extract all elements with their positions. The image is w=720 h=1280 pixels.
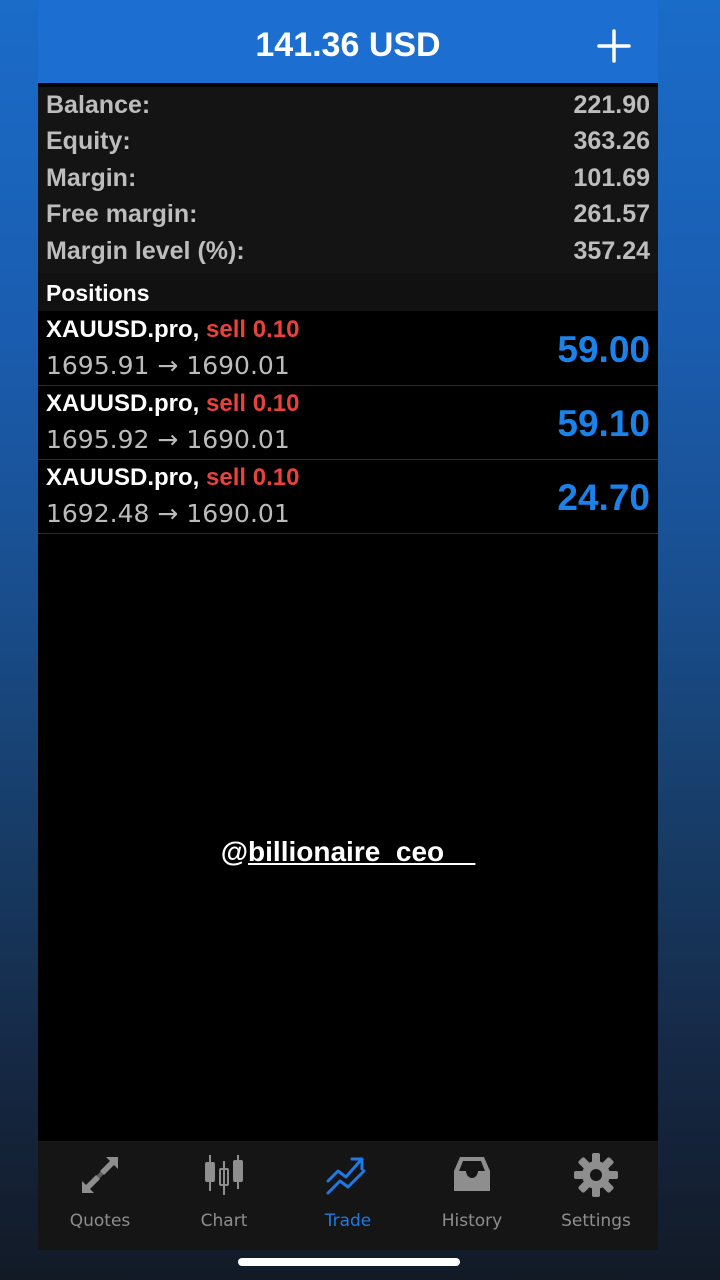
position-current-price: 1690.01: [186, 499, 290, 528]
balance-row: Balance: 221.90: [46, 87, 650, 123]
margin-level-value: 357.24: [573, 237, 650, 265]
gear-icon: [574, 1153, 618, 1197]
free-margin-label: Free margin:: [46, 200, 198, 228]
balance-label: Balance:: [46, 91, 151, 119]
position-open-price: 1695.91: [46, 351, 150, 380]
position-side: sell 0.10: [206, 390, 300, 417]
tab-trade[interactable]: Trade: [286, 1151, 410, 1231]
position-prices: 1695.91 → 1690.01: [46, 351, 290, 380]
tab-quotes[interactable]: Quotes: [38, 1151, 162, 1231]
equity-label: Equity:: [46, 127, 131, 155]
equity-value: 363.26: [573, 127, 650, 155]
position-side: sell 0.10: [206, 316, 300, 343]
tab-settings-label: Settings: [561, 1211, 631, 1231]
position-open-price: 1695.92: [46, 425, 150, 454]
equity-row: Equity: 363.26: [46, 123, 650, 159]
tab-settings[interactable]: Settings: [534, 1151, 658, 1231]
balance-value: 221.90: [573, 91, 650, 119]
account-profit-title: 141.36 USD: [255, 26, 441, 64]
tab-chart[interactable]: Chart: [162, 1151, 286, 1231]
account-summary: Balance: 221.90 Equity: 363.26 Margin: 1…: [38, 87, 658, 273]
watermark-text: @billionaire_ceo__: [38, 836, 658, 868]
tab-trade-label: Trade: [324, 1211, 372, 1231]
free-margin-row: Free margin: 261.57: [46, 196, 650, 232]
plus-icon: [597, 29, 631, 63]
position-symbol: XAUUSD.pro,: [46, 316, 200, 343]
add-order-button[interactable]: [594, 26, 634, 66]
watermark-at: @: [220, 836, 249, 867]
trade-trend-icon: [326, 1157, 366, 1195]
tab-history-label: History: [441, 1211, 503, 1231]
margin-level-row: Margin level (%): 357.24: [46, 233, 650, 269]
inbox-tray-icon: [454, 1157, 490, 1191]
trade-content: Balance: 221.90 Equity: 363.26 Margin: 1…: [38, 83, 658, 1141]
navigation-bar: 141.36 USD: [38, 0, 658, 83]
tab-history[interactable]: History: [410, 1151, 534, 1231]
tab-quotes-label: Quotes: [69, 1211, 131, 1231]
phone-screen: 141.36 USD Balance: 221.90 Equity: 363.2…: [38, 0, 658, 1250]
margin-value: 101.69: [573, 164, 650, 192]
quotes-arrows-icon: [82, 1157, 118, 1193]
position-current-price: 1690.01: [186, 425, 290, 454]
position-symbol-line: XAUUSD.pro, sell 0.10: [46, 316, 299, 344]
position-symbol-line: XAUUSD.pro, sell 0.10: [46, 464, 299, 492]
right-arrow-icon: →: [157, 351, 179, 380]
positions-section-header: Positions: [38, 273, 658, 311]
position-profit: 59.10: [557, 403, 650, 444]
position-profit: 24.70: [557, 477, 650, 518]
tab-chart-label: Chart: [200, 1211, 248, 1231]
position-symbol: XAUUSD.pro,: [46, 390, 200, 417]
right-arrow-icon: →: [157, 499, 179, 528]
position-current-price: 1690.01: [186, 351, 290, 380]
position-row[interactable]: XAUUSD.pro, sell 0.10 1695.91 → 1690.01 59…: [38, 311, 658, 386]
tab-bar: Quotes Chart Trade History Settings: [38, 1141, 658, 1250]
positions-title: Positions: [46, 280, 150, 306]
candlestick-chart-icon: [205, 1155, 243, 1195]
position-prices: 1695.92 → 1690.01: [46, 425, 290, 454]
position-side: sell 0.10: [206, 464, 300, 491]
position-row[interactable]: XAUUSD.pro, sell 0.10 1692.48 → 1690.01 24…: [38, 459, 658, 534]
position-symbol: XAUUSD.pro,: [46, 464, 200, 491]
position-prices: 1692.48 → 1690.01: [46, 499, 290, 528]
position-row[interactable]: XAUUSD.pro, sell 0.10 1695.92 → 1690.01 59…: [38, 385, 658, 460]
position-profit: 59.00: [557, 329, 650, 370]
position-symbol-line: XAUUSD.pro, sell 0.10: [46, 390, 299, 418]
watermark-handle: billionaire_ceo__: [248, 836, 476, 867]
margin-row: Margin: 101.69: [46, 160, 650, 196]
position-open-price: 1692.48: [46, 499, 150, 528]
right-arrow-icon: →: [157, 425, 179, 454]
margin-level-label: Margin level (%):: [46, 237, 245, 265]
home-indicator[interactable]: [238, 1258, 460, 1266]
margin-label: Margin:: [46, 164, 137, 192]
free-margin-value: 261.57: [573, 200, 650, 228]
